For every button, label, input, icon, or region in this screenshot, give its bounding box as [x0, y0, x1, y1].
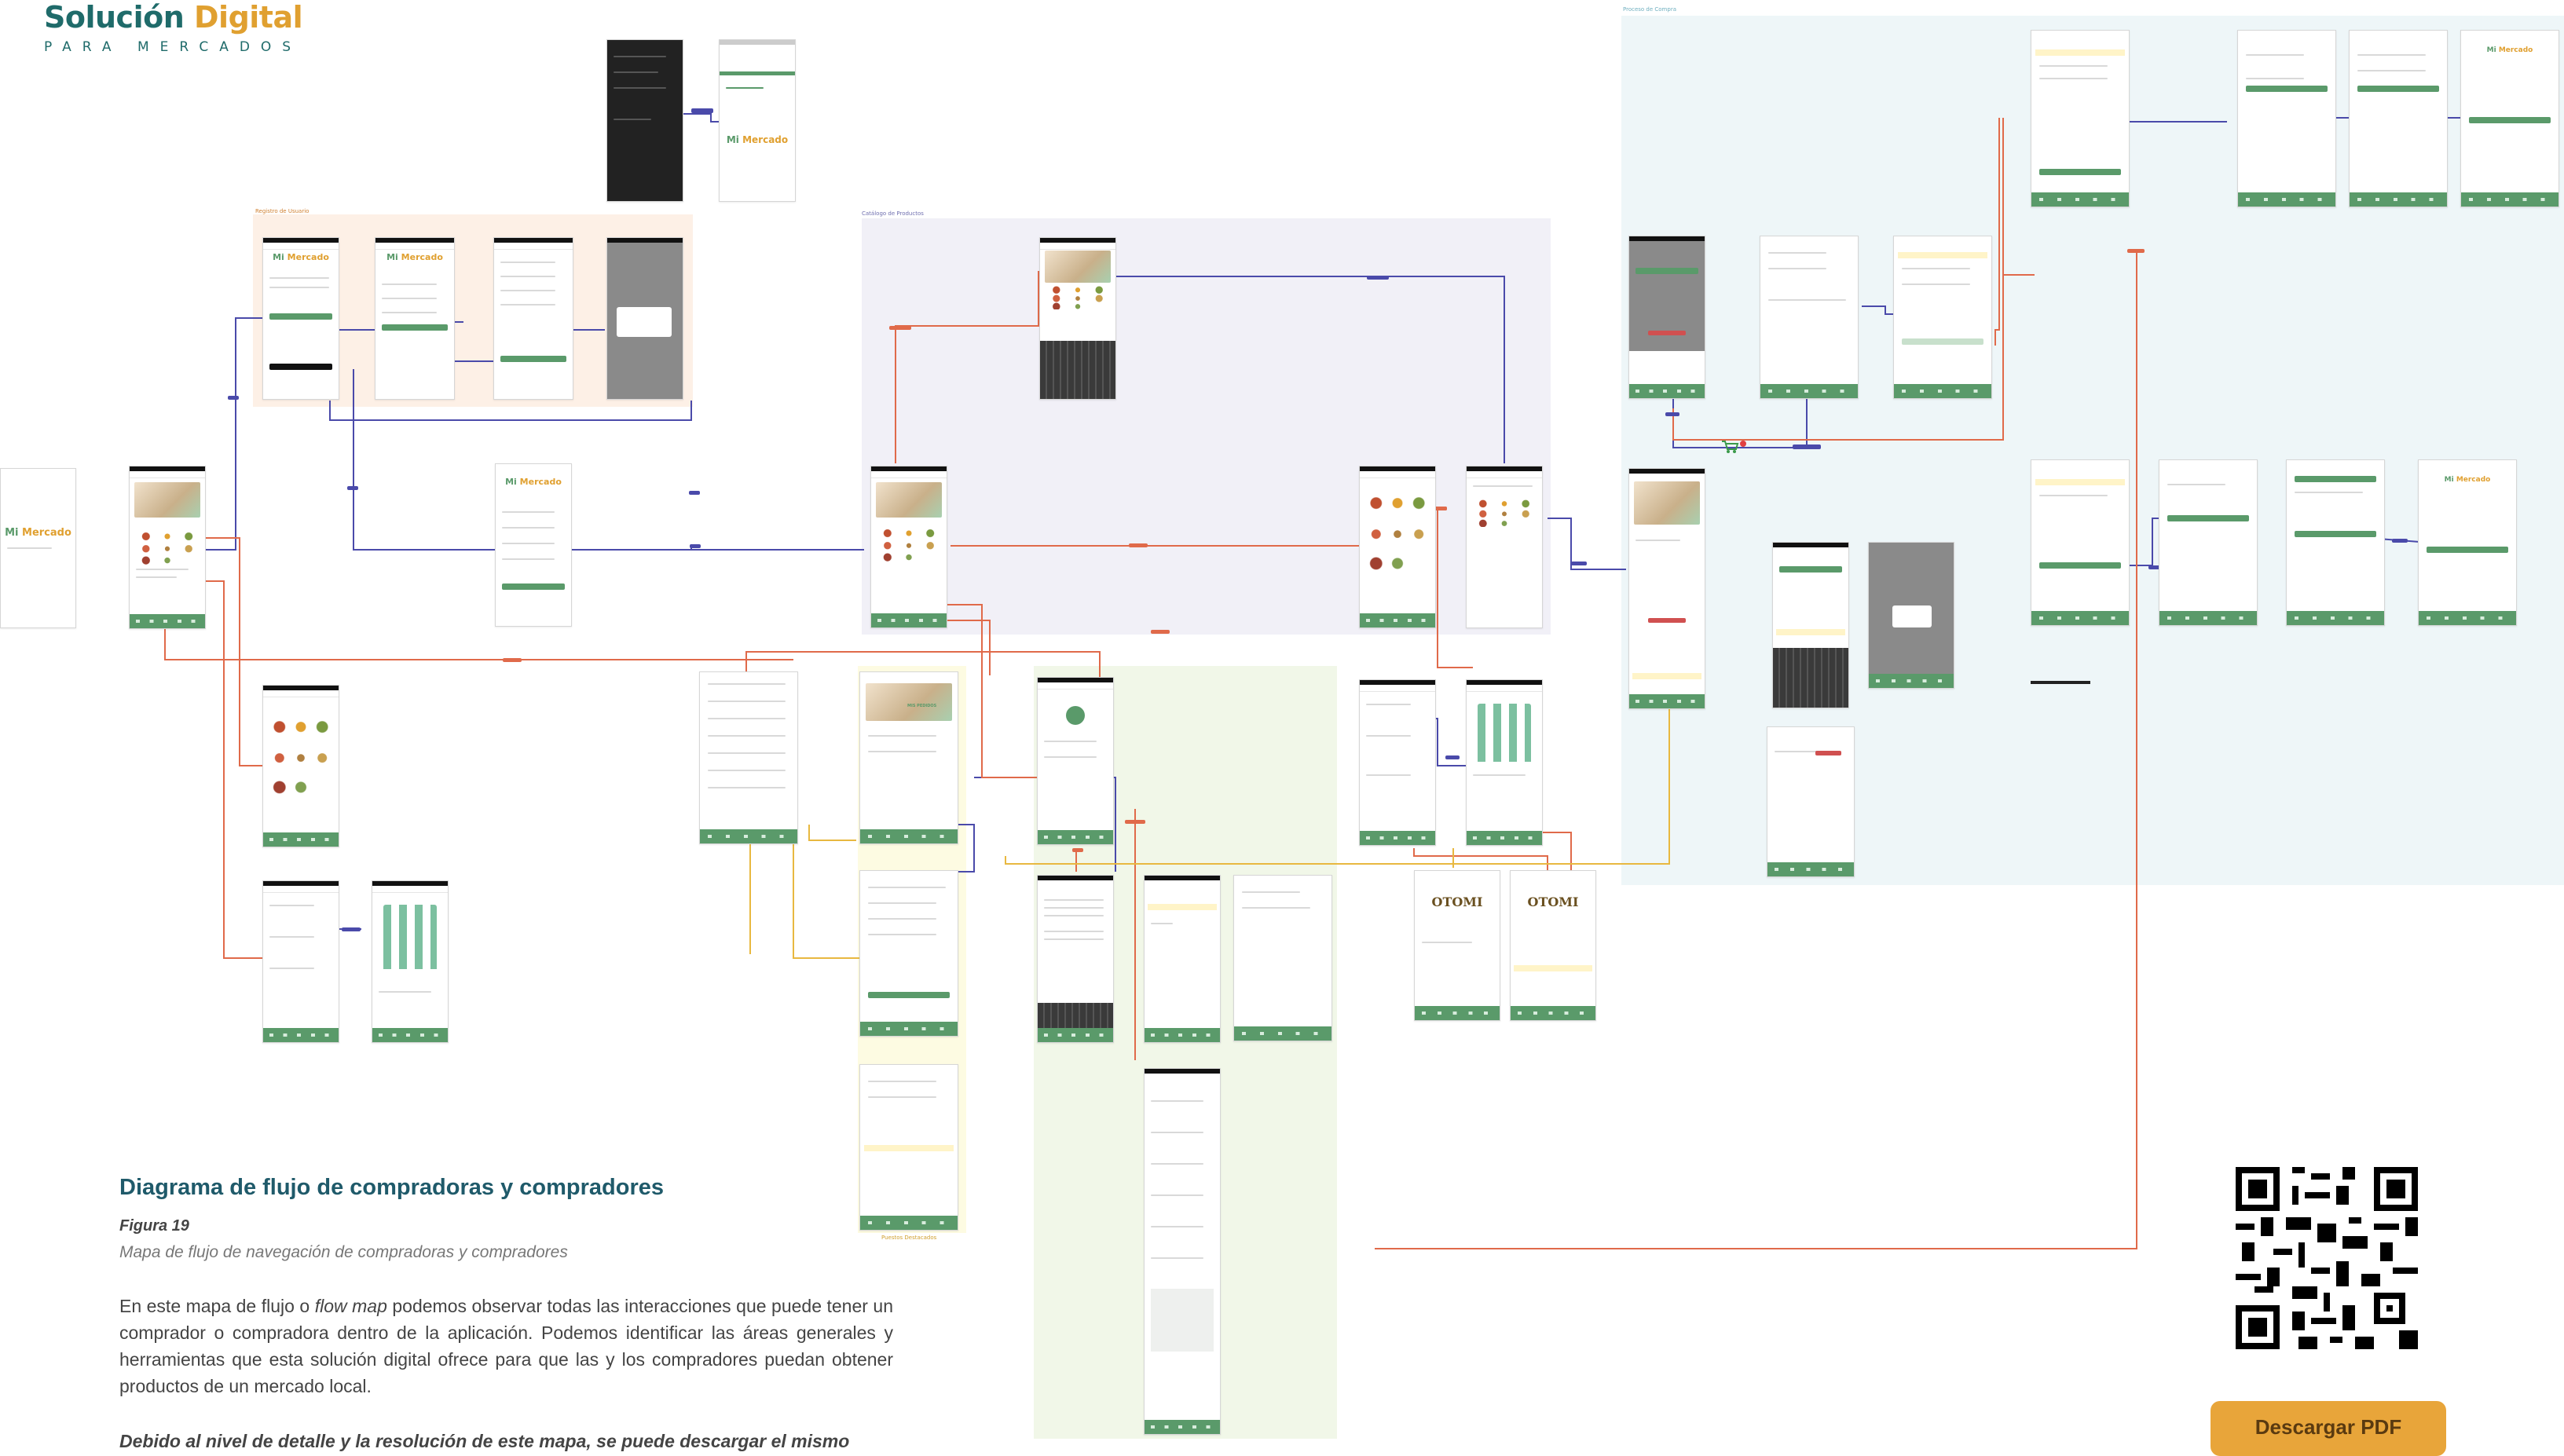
- screen-registro-2: Mi Mercado: [375, 237, 455, 400]
- description-paragraph-2: Debido al nivel de detalle y la resoluci…: [119, 1431, 850, 1451]
- screen-productos-categoria: [1466, 466, 1543, 628]
- screen-notificaciones: [699, 671, 798, 844]
- screen-categorias: [1359, 466, 1436, 628]
- screen-nueva-direccion: [1233, 875, 1332, 1041]
- screen-detalle-envio: [1893, 236, 1992, 399]
- screen-detalle-tienda: [1466, 679, 1543, 846]
- figure-caption: Mapa de flujo de navegación de comprador…: [119, 1243, 568, 1261]
- screen-entrega-domicilio: [2031, 30, 2130, 207]
- screen-catalogo-home: [870, 466, 947, 628]
- screen-carrito: [1760, 236, 1859, 399]
- screen-otomi-2: OTOMI: [1510, 870, 1596, 1021]
- screen-tiendas: [1359, 679, 1436, 846]
- screen-producto-detalle: [1628, 236, 1705, 399]
- screen-metodo-pago: [2237, 30, 2336, 207]
- screen-registro-3: [493, 237, 573, 400]
- screen-splash: Mi Mercado: [0, 468, 76, 628]
- screen-login: Mi Mercado: [495, 463, 572, 627]
- screen-resumen-2: [2286, 459, 2385, 626]
- diagram-title: Diagrama de flujo de compradoras y compr…: [119, 1175, 664, 1200]
- screen-notas-compra: [1767, 726, 1855, 877]
- screen-lista-pedidos: [859, 870, 958, 1037]
- screen-registro-4: [606, 237, 683, 400]
- description-paragraph: En este mapa de flujo o flow map podemos…: [119, 1296, 893, 1396]
- screen-registro-1: Mi Mercado: [262, 237, 339, 400]
- screen-activacion: Mi Mercado: [719, 39, 796, 202]
- screen-mis-pedidos: MIS PEDIDOS: [859, 671, 958, 844]
- screen-agregar-producto: [1772, 542, 1849, 708]
- download-pdf-button[interactable]: Descargar PDF: [2211, 1401, 2446, 1456]
- flow-connections: [164, 90, 2467, 1249]
- screen-direcciones: [1144, 875, 1221, 1043]
- screen-mi-perfil: [1037, 677, 1114, 845]
- screen-detalle-pedido: [859, 1064, 958, 1231]
- screen-producto-modal: [1868, 542, 1954, 689]
- qr-code[interactable]: [2236, 1167, 2418, 1349]
- screen-stub: [2031, 638, 2090, 684]
- screen-puestos-mercado: [262, 880, 339, 1043]
- screen-agregar-direccion: [1144, 1068, 1221, 1435]
- figure-label: Figura 19: [119, 1217, 189, 1235]
- screen-otomi-1: OTOMI: [1414, 870, 1500, 1021]
- screen-politicas: [1037, 875, 1114, 1043]
- screen-resumen: [2349, 30, 2448, 207]
- screen-producto-2: [1628, 468, 1705, 709]
- screen-categoria-productos: [262, 685, 339, 847]
- screen-detalle-puesto: [372, 880, 449, 1043]
- screen-confirmacion-2: Mi Mercado: [2418, 459, 2517, 626]
- screen-home: [129, 466, 206, 629]
- screen-busqueda: [1039, 237, 1116, 400]
- screen-email-dark: [606, 39, 683, 202]
- screen-entrega-mercado: [2031, 459, 2130, 626]
- screen-confirmacion: Mi Mercado: [2460, 30, 2559, 207]
- screen-metodo-pago-2: [2159, 459, 2258, 626]
